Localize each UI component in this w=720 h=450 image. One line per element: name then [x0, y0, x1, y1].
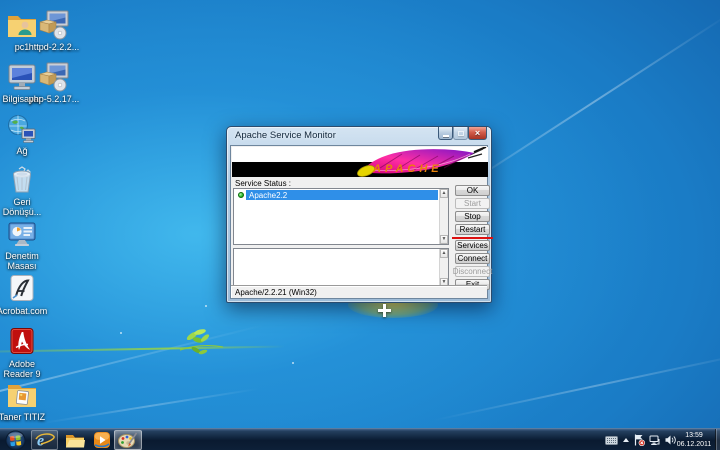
- disconnect-button: Disconnect: [455, 266, 490, 277]
- icon-label: Taner TITIZ: [0, 412, 51, 422]
- window-content: APACHE Se: [230, 145, 488, 299]
- taskbar-paint-active[interactable]: [114, 430, 142, 450]
- desktop-icon-recycle-bin[interactable]: Geri Dönüşü...: [0, 163, 51, 217]
- apache-logo-text: APACHE: [373, 163, 443, 175]
- close-button[interactable]: ×: [468, 127, 487, 140]
- close-icon: ×: [475, 129, 480, 138]
- window-title: Apache Service Monitor: [235, 130, 336, 141]
- window-statusbar: Apache/2.2.21 (Win32): [231, 285, 487, 298]
- start-button-orb[interactable]: [3, 430, 27, 450]
- desktop-icon-acrobat-com[interactable]: Acrobat.com: [0, 272, 51, 316]
- network-tray-icon[interactable]: [649, 435, 661, 446]
- internet-explorer-icon: e: [35, 431, 55, 449]
- stop-button[interactable]: Stop: [455, 211, 490, 222]
- desktop-icon-user-folder[interactable]: Taner TITIZ: [0, 378, 51, 422]
- icon-label: Acrobat.com: [0, 306, 51, 316]
- scroll-up-icon[interactable]: ▲: [440, 189, 448, 198]
- maximize-icon: [458, 131, 464, 136]
- media-player-icon: [93, 431, 111, 449]
- desktop-icon-control-panel[interactable]: Denetim Masası: [0, 217, 51, 271]
- desktop-icon-php-installer[interactable]: php-5.2.17...: [25, 60, 83, 104]
- icon-label: Adobe Reader 9: [0, 359, 51, 379]
- desktop-icon-network[interactable]: Ağ: [0, 112, 51, 156]
- clock-date: 06.12.2011: [674, 440, 714, 449]
- folder-icon: [65, 432, 85, 449]
- restart-button[interactable]: Restart: [455, 224, 490, 235]
- apache-service-monitor-window: Apache Service Monitor × APACHE: [226, 126, 492, 303]
- service-list[interactable]: Apache2.2 ▲ ▼: [233, 188, 449, 245]
- adobe-reader-icon: [5, 325, 39, 357]
- network-globe-icon: [5, 112, 39, 144]
- light-streak: [433, 351, 720, 422]
- taskbar-media-player[interactable]: [89, 430, 115, 450]
- scroll-up-icon[interactable]: ▲: [440, 249, 448, 258]
- leaf-sprig-decoration: [178, 324, 224, 358]
- minimize-icon: [443, 135, 449, 137]
- restart-annotation-underline: [452, 237, 493, 240]
- action-center-flag-icon[interactable]: [634, 434, 645, 446]
- connect-button[interactable]: Connect: [455, 253, 490, 264]
- sparkle: [205, 305, 207, 307]
- services-button[interactable]: Services: [455, 240, 490, 251]
- installer-icon: [37, 8, 71, 40]
- log-list[interactable]: ▲ ▼: [233, 248, 449, 288]
- desktop-icon-adobe-reader[interactable]: Adobe Reader 9: [0, 325, 51, 379]
- sparkle: [292, 362, 294, 364]
- acrobat-icon: [5, 272, 39, 304]
- folder-with-photo-icon: [5, 378, 39, 410]
- desktop-icon-httpd-installer[interactable]: httpd-2.2.2...: [25, 8, 83, 52]
- service-name: Apache2.2: [249, 191, 287, 200]
- apache-banner: APACHE: [232, 147, 488, 177]
- maximize-button: [453, 127, 468, 140]
- icon-label: Ağ: [0, 146, 51, 156]
- service-status-label: Service Status :: [235, 179, 291, 188]
- show-desktop-button[interactable]: [715, 429, 720, 450]
- taskbar: e: [0, 428, 720, 450]
- scrollbar[interactable]: ▲ ▼: [439, 249, 448, 287]
- sparkle: [120, 332, 122, 334]
- service-state-tile: [235, 190, 246, 200]
- system-tray: [605, 429, 676, 450]
- installer-icon: [37, 60, 71, 92]
- start-button: Start: [455, 198, 490, 209]
- clock-time: 13:59: [674, 431, 714, 440]
- taskbar-internet-explorer[interactable]: e: [31, 430, 58, 450]
- ok-button[interactable]: OK: [455, 185, 490, 196]
- desktop: pc1 httpd-2.2.2...: [0, 0, 720, 450]
- windows-orb-icon: [5, 430, 26, 450]
- icon-label: httpd-2.2.2...: [25, 42, 83, 52]
- scroll-down-icon[interactable]: ▼: [440, 235, 448, 244]
- taskbar-windows-explorer[interactable]: [61, 430, 88, 450]
- recycle-bin-icon: [5, 163, 39, 195]
- light-streak: [41, 388, 259, 424]
- scrollbar[interactable]: ▲ ▼: [439, 189, 448, 244]
- icon-label: Denetim Masası: [0, 251, 51, 271]
- window-titlebar[interactable]: Apache Service Monitor ×: [227, 127, 491, 145]
- hidden-icons-chevron-icon[interactable]: [622, 437, 630, 443]
- control-panel-icon: [5, 217, 39, 249]
- icon-label: php-5.2.17...: [25, 94, 83, 104]
- paint-palette-icon: [118, 432, 138, 449]
- keyboard-tray-icon[interactable]: [605, 436, 618, 445]
- minimize-button[interactable]: [438, 127, 453, 140]
- icon-label: Geri Dönüşü...: [0, 197, 51, 217]
- service-row-selected[interactable]: Apache2.2: [235, 190, 438, 200]
- running-led-icon: [238, 192, 244, 198]
- taskbar-clock[interactable]: 13:59 06.12.2011: [674, 431, 714, 449]
